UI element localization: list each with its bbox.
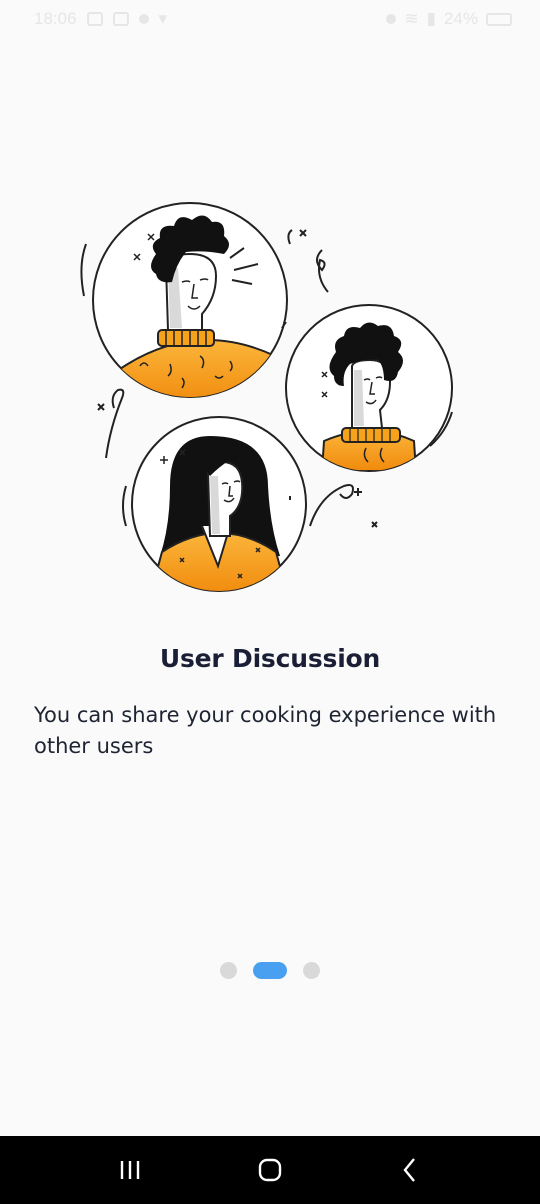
battery-icon — [486, 12, 512, 26]
system-nav-bar — [0, 1136, 540, 1204]
page-dot-2-active[interactable] — [253, 962, 287, 979]
image-icon — [86, 12, 103, 26]
status-time: 18:06 — [34, 9, 77, 28]
status-left: 18:06 ▾ — [34, 9, 167, 29]
wifi-icon: ≋ — [404, 9, 419, 28]
back-icon — [403, 1158, 415, 1182]
page-dot-3[interactable] — [303, 962, 320, 979]
page-dot-1[interactable] — [220, 962, 237, 979]
alarm-icon — [386, 14, 397, 24]
status-right: ≋ ▮ 24% — [386, 9, 512, 29]
onboarding-description: You can share your cooking experience wi… — [34, 703, 497, 758]
avatar-man-right — [285, 304, 453, 472]
avatar-man-curly — [92, 202, 288, 398]
onboarding-screen: 18:06 ▾ ≋ ▮ 24% User Discussion You can … — [0, 0, 540, 1204]
back-button[interactable] — [380, 1140, 440, 1200]
sync-icon — [138, 14, 149, 24]
user-discussion-illustration — [80, 202, 453, 592]
signal-icon: ▮ — [426, 9, 436, 28]
recent-apps-button[interactable] — [100, 1140, 160, 1200]
battery-percent: 24% — [443, 9, 478, 28]
avatar-woman — [131, 416, 307, 592]
home-button[interactable] — [240, 1140, 300, 1200]
recent-apps-icon — [120, 1161, 140, 1179]
dropdown-icon: ▾ — [158, 9, 168, 28]
page-indicator — [0, 962, 540, 979]
home-icon — [258, 1158, 282, 1182]
message-icon — [112, 12, 129, 26]
onboarding-title: User Discussion — [159, 644, 381, 673]
status-bar: 18:06 ▾ ≋ ▮ 24% — [0, 0, 540, 38]
